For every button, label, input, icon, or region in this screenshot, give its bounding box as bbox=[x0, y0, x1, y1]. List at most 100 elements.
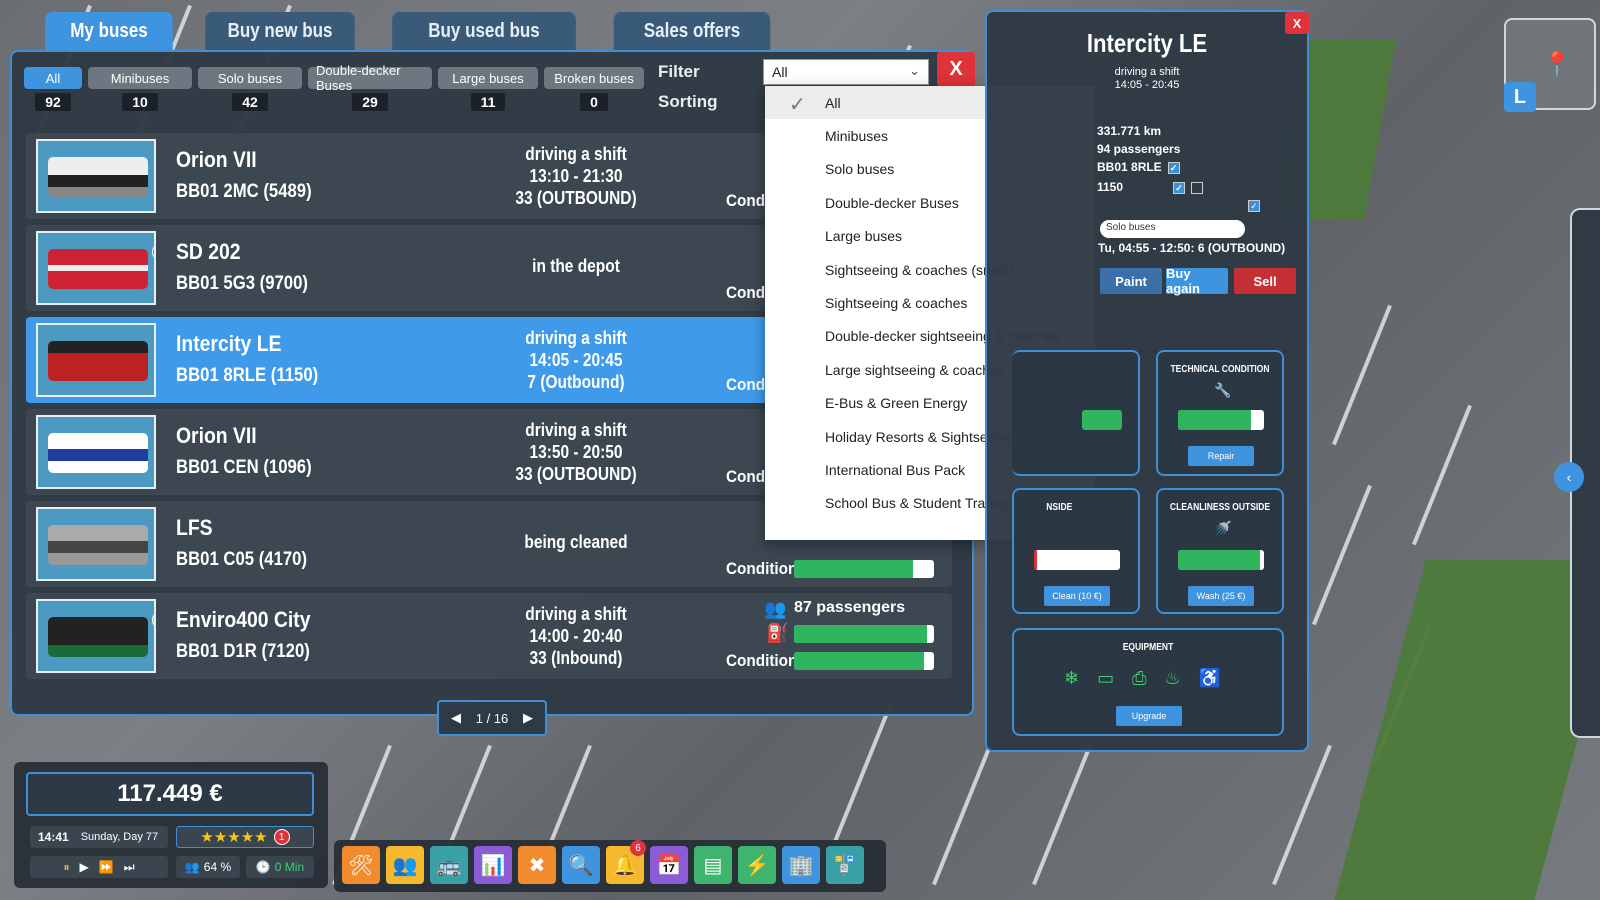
detail-plate: BB01 8RLE bbox=[1097, 160, 1162, 174]
staff-icon[interactable]: 👥 bbox=[386, 846, 424, 884]
expand-sidebar-button[interactable]: ‹ bbox=[1554, 462, 1584, 492]
tab-sales-offers[interactable]: Sales offers bbox=[613, 12, 771, 50]
notification-count: 6 bbox=[630, 840, 646, 856]
screen-icon: ▭ bbox=[1097, 668, 1115, 688]
bus-name: Enviro400 City bbox=[176, 607, 311, 632]
filter-double-decker[interactable]: Double-decker Buses 29 bbox=[308, 63, 432, 111]
fast-forward-icon[interactable]: ⏩ bbox=[99, 860, 114, 874]
dropdown-option-label: Solo buses bbox=[825, 161, 895, 178]
routes-icon[interactable]: ✖ bbox=[518, 846, 556, 884]
close-detail-button[interactable]: X bbox=[1285, 12, 1309, 34]
bus-thumbnail bbox=[36, 415, 156, 489]
dropdown-option-label: E-Bus & Green Energy bbox=[825, 395, 968, 412]
bus-status: driving a shift 14:05 - 20:45 7 (Outboun… bbox=[525, 328, 627, 392]
wash-button[interactable]: Wash (25 €) bbox=[1188, 586, 1254, 606]
outside-title: CLEANLINESS OUTSIDE bbox=[1169, 502, 1271, 513]
close-list-button[interactable]: X bbox=[937, 52, 975, 86]
depot-icon[interactable]: 🏢 bbox=[782, 846, 820, 884]
detail-number: 1150 bbox=[1097, 180, 1124, 194]
filter-all[interactable]: All 92 bbox=[24, 67, 82, 111]
stop-icon[interactable]: 🚏 bbox=[826, 846, 864, 884]
sell-button[interactable]: Sell bbox=[1234, 268, 1296, 294]
status-bar bbox=[1082, 410, 1122, 430]
sorting-label: Sorting bbox=[658, 92, 718, 111]
bus-type-select[interactable]: Solo buses bbox=[1100, 220, 1245, 238]
next-page-button[interactable]: ▶ bbox=[523, 710, 533, 726]
tools-icon[interactable]: 🛠 bbox=[342, 846, 380, 884]
clock-icon: 🕒 bbox=[255, 860, 271, 874]
bus-icon[interactable]: 🚌 bbox=[430, 846, 468, 884]
filter-large-buses[interactable]: Large buses 11 bbox=[438, 67, 538, 111]
tab-my-buses[interactable]: My buses bbox=[45, 12, 173, 50]
bus-name: Orion VII bbox=[176, 423, 257, 448]
calendar-icon[interactable]: 📅 bbox=[650, 846, 688, 884]
filter-minibuses[interactable]: Minibuses 10 bbox=[88, 67, 192, 111]
filter-count: 42 bbox=[232, 93, 268, 111]
bus-thumbnail bbox=[36, 507, 156, 581]
bus-name: Intercity LE bbox=[176, 331, 282, 356]
clock-day: Sunday, Day 77 bbox=[80, 831, 159, 843]
tab-buy-new-bus[interactable]: Buy new bus bbox=[205, 12, 355, 50]
finance-icon[interactable]: ▤ bbox=[694, 846, 732, 884]
bus-name: LFS bbox=[176, 515, 213, 540]
clean-button[interactable]: Clean (10 €) bbox=[1044, 586, 1110, 606]
tab-buy-used-bus[interactable]: Buy used bus bbox=[392, 12, 576, 50]
pagination: ◀ 1 / 16 ▶ bbox=[437, 700, 547, 736]
bus-plate: BB01 CEN (1096) bbox=[176, 457, 312, 478]
clock-time: 14:41 bbox=[38, 830, 69, 844]
upgrade-button[interactable]: Upgrade bbox=[1116, 706, 1182, 726]
filter-count: 92 bbox=[35, 93, 71, 111]
energy-icon[interactable]: ⚡ bbox=[738, 846, 776, 884]
statistics-icon[interactable]: 📊 bbox=[474, 846, 512, 884]
speed-controls: ⏸ ▶ ⏩ ⏭ bbox=[30, 856, 168, 878]
extinguisher-icon: ♨ bbox=[1164, 668, 1181, 688]
seat-icon: ♿ bbox=[1198, 668, 1222, 688]
bus-status: driving a shift 13:50 - 20:50 33 (OUTBOU… bbox=[515, 420, 637, 484]
ac-icon: ❄ bbox=[1064, 668, 1080, 688]
detail-schedule: Tu, 04:55 - 12:50: 6 (OUTBOUND) bbox=[1098, 241, 1286, 255]
condition-bar bbox=[794, 560, 934, 578]
repair-button[interactable]: Repair bbox=[1188, 446, 1254, 466]
technical-title: TECHNICAL CONDITION bbox=[1170, 364, 1270, 375]
chevron-down-icon: ⌄ bbox=[909, 63, 920, 78]
bus-plate: BB01 8RLE (1150) bbox=[176, 365, 319, 386]
schedule-search-icon[interactable]: 🔍 bbox=[562, 846, 600, 884]
delay-chip: 🕒 0 Min bbox=[246, 856, 314, 878]
dropdown-option-label: Sightseeing & coaches bbox=[825, 295, 968, 312]
filter-count: 0 bbox=[580, 93, 608, 111]
condition-label: Condi bbox=[726, 283, 770, 302]
filter-broken-buses[interactable]: Broken buses 0 bbox=[544, 67, 644, 111]
condition-bar bbox=[794, 652, 934, 670]
fastest-forward-icon[interactable]: ⏭ bbox=[124, 860, 135, 875]
checkbox-icon[interactable]: ✓ bbox=[1248, 200, 1260, 212]
bus-status: being cleaned bbox=[524, 532, 628, 552]
filter-select[interactable]: All ⌄ bbox=[763, 59, 929, 85]
outside-bar bbox=[1178, 550, 1264, 570]
checkbox-icon[interactable] bbox=[1191, 181, 1204, 194]
filter-solo-buses[interactable]: Solo buses 42 bbox=[198, 67, 302, 111]
bus-thumbnail: ⚡ bbox=[36, 599, 156, 673]
buy-again-button[interactable]: Buy again bbox=[1166, 266, 1228, 296]
bus-thumbnail bbox=[36, 323, 156, 397]
cleanliness-outside-card: CLEANLINESS OUTSIDE 🚿 Wash (25 €) bbox=[1156, 488, 1284, 614]
technical-bar bbox=[1178, 410, 1264, 430]
wrench-icon: 🔧 bbox=[1214, 382, 1232, 398]
main-toolbar: 🛠 👥 🚌 📊 ✖ 🔍 🔔 6 📅 ▤ ⚡ 🏢 🚏 bbox=[334, 840, 886, 892]
paint-button[interactable]: Paint bbox=[1100, 268, 1162, 294]
alert-icon[interactable]: 1 bbox=[273, 829, 290, 845]
filter-label: Filter bbox=[658, 62, 700, 81]
rating-chip: ★★★★★ 1 bbox=[176, 826, 314, 848]
prev-page-button[interactable]: ◀ bbox=[451, 710, 461, 726]
checkbox-icon[interactable]: ✓ bbox=[1173, 181, 1186, 194]
bus-row[interactable]: ⚡ Enviro400 City BB01 D1R (7120) driving… bbox=[26, 593, 952, 679]
card-left-top bbox=[1012, 350, 1140, 476]
dropdown-option-label: Large buses bbox=[825, 228, 903, 245]
pause-icon[interactable]: ⏸ bbox=[63, 860, 69, 875]
play-icon[interactable]: ▶ bbox=[80, 860, 89, 874]
money-display: 117.449 € bbox=[26, 772, 314, 816]
main-tabs: My buses Buy new bus Buy used bus Sales … bbox=[34, 12, 784, 50]
checkbox-icon[interactable]: ✓ bbox=[1167, 161, 1180, 174]
bus-status: in the depot bbox=[532, 256, 620, 276]
technical-condition-card: TECHNICAL CONDITION 🔧 Repair bbox=[1156, 350, 1284, 476]
passengers-icon: 👥 bbox=[764, 599, 787, 619]
